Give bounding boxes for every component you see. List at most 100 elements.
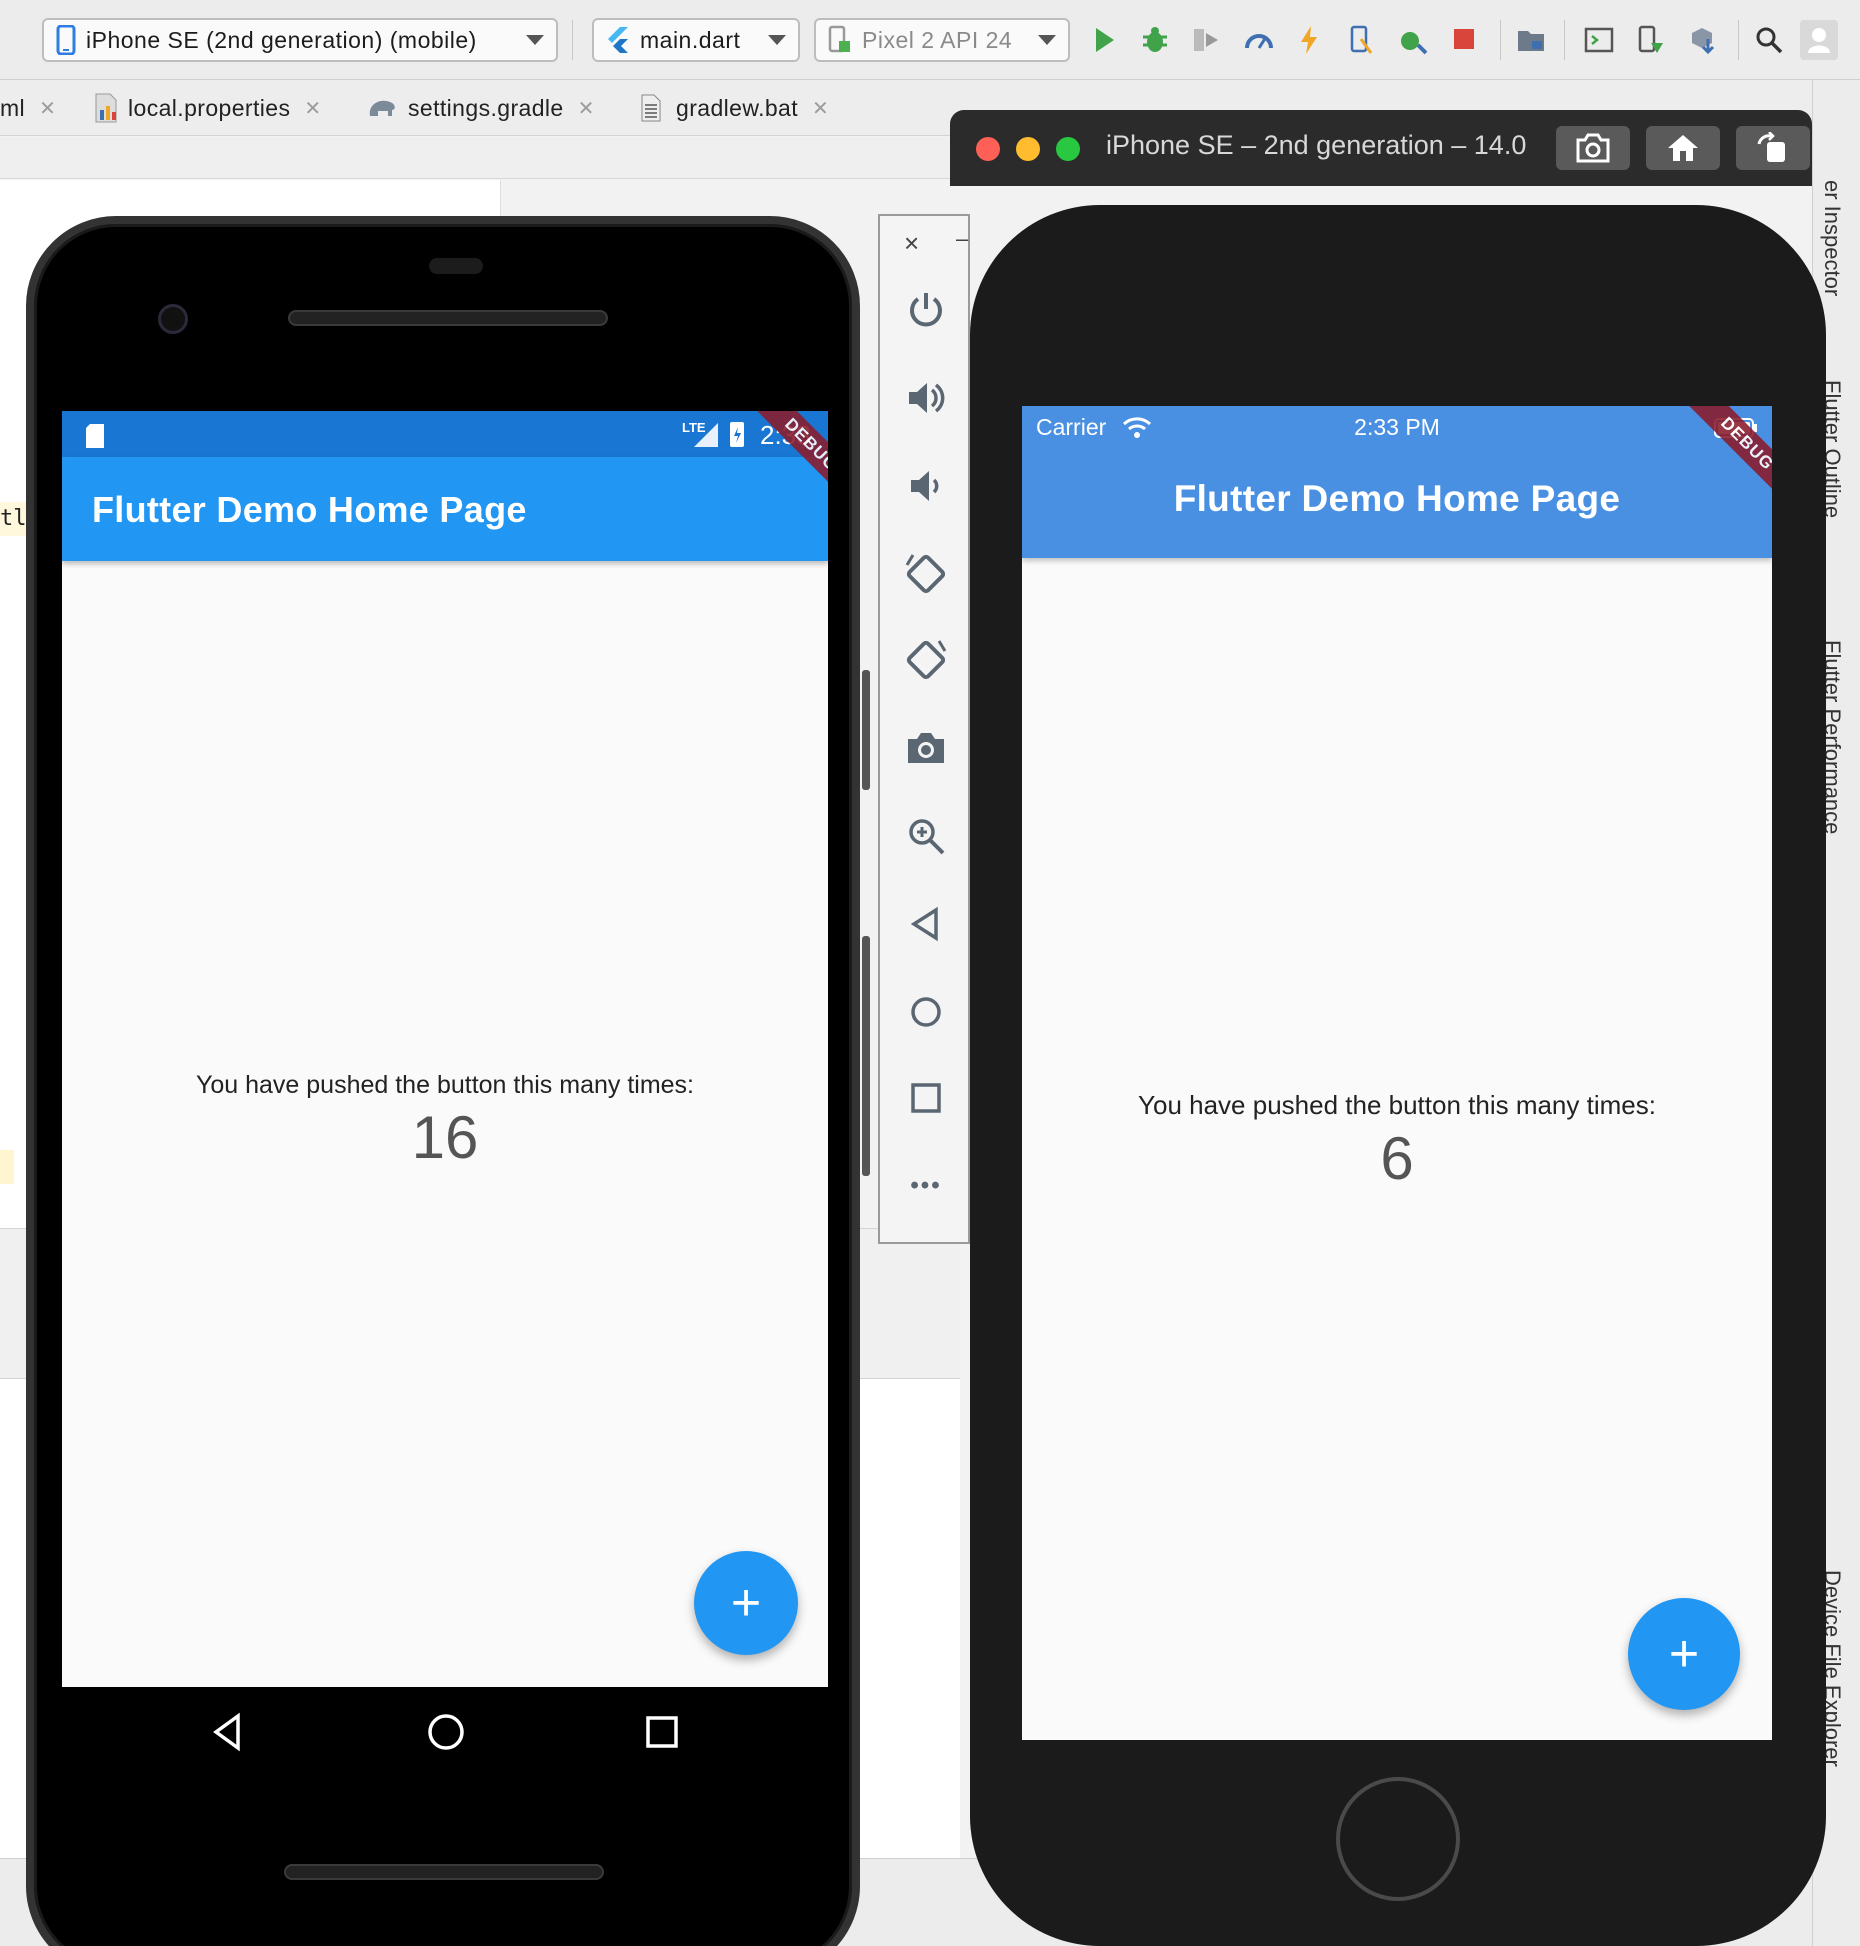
front-camera (158, 304, 188, 334)
sd-card-icon (86, 424, 104, 448)
power-icon (910, 293, 942, 327)
avd-icon (1638, 25, 1663, 53)
flutter-icon (608, 27, 628, 53)
android-back-button[interactable] (206, 1710, 250, 1754)
stop-icon (1454, 29, 1474, 49)
tab-ml[interactable]: ml ✕ (0, 80, 56, 136)
ios-app-bar: Carrier 2:33 PM Flutter Demo Home Page (1022, 406, 1772, 558)
run-config-selector[interactable]: main.dart (592, 18, 800, 62)
avd-manager-button[interactable] (1632, 20, 1670, 60)
run-button[interactable] (1086, 20, 1124, 60)
terminal-icon (1584, 27, 1614, 53)
debug-button[interactable] (1136, 20, 1174, 60)
rotate-left-button[interactable] (880, 544, 972, 604)
profile-button[interactable] (1240, 20, 1278, 60)
panel-minimize-button[interactable]: – (956, 226, 968, 252)
device-selector[interactable]: iPhone SE (2nd generation) (mobile) (42, 18, 558, 62)
rotate-right-button[interactable] (880, 630, 972, 690)
emulator-device-icon (828, 25, 850, 53)
close-icon[interactable]: ✕ (304, 96, 321, 121)
power-button[interactable] (880, 280, 972, 340)
stop-button[interactable] (1446, 20, 1484, 60)
sdk-manager-button[interactable] (1684, 20, 1722, 60)
toolbar-divider (572, 20, 573, 60)
camera-icon (1576, 133, 1610, 163)
rotate-left-icon (905, 554, 946, 594)
emulator-selector[interactable]: Pixel 2 API 24 (814, 18, 1070, 62)
overview-square-icon (646, 1716, 678, 1748)
tab-label: local.properties (128, 94, 291, 121)
search-button[interactable] (1750, 20, 1788, 60)
tab-label: gradlew.bat (676, 94, 799, 121)
android-sensor (429, 258, 483, 274)
close-icon[interactable]: ✕ (39, 96, 56, 121)
zoom-button[interactable] (880, 806, 972, 866)
android-home-button[interactable] (424, 1710, 468, 1754)
toolbar-divider (1500, 20, 1501, 60)
device-selector-label: iPhone SE (2nd generation) (mobile) (86, 26, 477, 53)
run-config-label: main.dart (640, 26, 741, 53)
sim-screenshot-button[interactable] (1556, 126, 1630, 170)
bug-icon (1143, 27, 1167, 52)
sim-rotate-button[interactable] (1736, 126, 1810, 170)
terminal-button[interactable] (1580, 20, 1618, 60)
window-minimize-button[interactable] (1016, 137, 1040, 161)
text-file-icon (641, 94, 661, 122)
tab-settings-gradle[interactable]: settings.gradle ✕ (366, 80, 595, 136)
counter-value: 6 (1380, 1125, 1414, 1192)
tab-local-properties[interactable]: local.properties ✕ (92, 80, 322, 136)
chevron-down-icon (1038, 35, 1056, 45)
iphone-home-button[interactable] (1336, 1777, 1460, 1901)
ios-app-title: Flutter Demo Home Page (1173, 478, 1621, 519)
run-icon (1096, 28, 1114, 52)
close-icon[interactable]: ✕ (578, 96, 595, 121)
phone-icon (56, 25, 76, 55)
home-icon (1668, 135, 1698, 161)
bottom-speaker (284, 1864, 604, 1880)
increment-fab[interactable]: + (694, 1551, 798, 1655)
window-close-button[interactable] (976, 137, 1000, 161)
back-triangle-icon (910, 906, 938, 942)
android-overview-button[interactable] (640, 1710, 684, 1754)
editor-highlight-line (0, 1150, 14, 1184)
emulator-control-panel: × – ••• (878, 214, 970, 1244)
toolbar-divider (1564, 20, 1565, 60)
signal-icon (694, 423, 718, 447)
search-icon (1756, 27, 1783, 54)
lightning-icon (1301, 26, 1317, 54)
more-options-button[interactable]: ••• (880, 1156, 972, 1216)
panel-close-button[interactable]: × (904, 228, 919, 259)
volume-up-button[interactable] (880, 368, 972, 428)
counter-value: 16 (411, 1104, 479, 1171)
user-icon (1808, 28, 1830, 53)
android-volume-key (862, 936, 870, 1176)
window-zoom-button[interactable] (1056, 137, 1080, 161)
hot-restart-button[interactable] (1342, 20, 1380, 60)
build-button[interactable] (1394, 20, 1432, 60)
increment-fab[interactable]: + (1628, 1598, 1740, 1710)
emu-overview-button[interactable] (880, 1068, 972, 1128)
simulator-title-bar: iPhone SE – 2nd generation – 14.0 (950, 110, 1812, 186)
restart-device-icon (1350, 25, 1373, 54)
back-triangle-icon (213, 1712, 240, 1752)
emu-home-button[interactable] (880, 982, 972, 1042)
project-structure-button[interactable] (1512, 20, 1550, 60)
screenshot-button[interactable] (880, 718, 972, 778)
chevron-down-icon (768, 35, 786, 45)
hot-reload-button[interactable] (1290, 20, 1328, 60)
hammer-bug-icon (1401, 32, 1428, 55)
top-speaker (288, 310, 608, 326)
rotate-icon (1757, 132, 1785, 162)
sdk-download-icon (1692, 28, 1715, 55)
flutter-inspector-tab[interactable]: er Inspector (1819, 180, 1845, 296)
close-icon[interactable]: ✕ (812, 96, 829, 121)
sim-home-button[interactable] (1646, 126, 1720, 170)
attach-debugger-button[interactable] (1186, 20, 1224, 60)
tab-gradlew-bat[interactable]: gradlew.bat ✕ (640, 80, 829, 136)
rotate-right-icon (906, 640, 947, 680)
account-button[interactable] (1800, 20, 1838, 60)
volume-down-button[interactable] (880, 456, 972, 516)
emu-back-button[interactable] (880, 894, 972, 954)
editor-breadcrumb-bar (0, 137, 960, 179)
volume-up-icon (909, 383, 945, 413)
